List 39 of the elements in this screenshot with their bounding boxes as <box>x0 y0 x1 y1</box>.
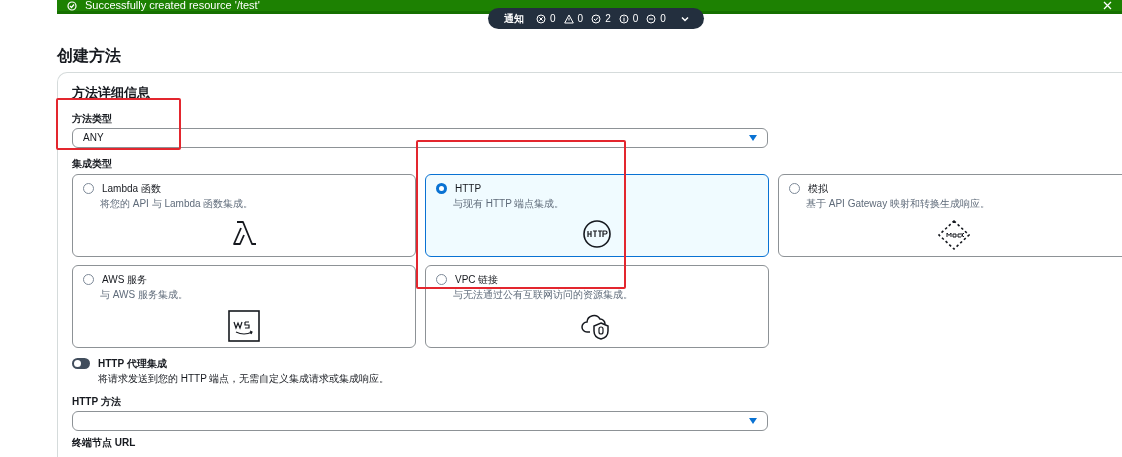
toggle-label: HTTP 代理集成 <box>98 356 167 371</box>
field-label: 集成类型 <box>72 156 113 171</box>
caret-down-icon <box>749 134 757 141</box>
toggle-switch[interactable] <box>72 357 90 369</box>
warning-icon <box>563 13 574 24</box>
success-count: 2 <box>605 12 611 26</box>
info-icon <box>618 13 629 24</box>
http-method-select[interactable] <box>72 410 768 431</box>
radio-button[interactable] <box>83 182 94 194</box>
success-icon <box>67 0 77 11</box>
radio-button[interactable] <box>436 273 447 285</box>
minus-circle-icon <box>646 13 657 24</box>
page-title: 创建方法 <box>57 46 122 66</box>
radio-button[interactable] <box>789 182 800 194</box>
integration-option[interactable]: AWS 服务 与 AWS 服务集成。 <box>72 264 416 348</box>
flash-message: Successfully created resource '/test' <box>85 0 260 14</box>
mock-icon <box>937 218 971 251</box>
field-label: HTTP 方法 <box>72 394 122 409</box>
warning-count: 0 <box>577 12 584 26</box>
success-icon <box>591 13 602 24</box>
integration-option[interactable]: HTTP 与现有 HTTP 端点集成。 <box>425 173 769 257</box>
http-icon <box>582 218 612 249</box>
close-icon[interactable] <box>1103 1 1112 10</box>
info-count: 0 <box>632 12 639 26</box>
notification-label: 通知 <box>504 12 524 26</box>
field-label: 方法类型 <box>72 111 113 126</box>
integration-option[interactable]: VPC 链接 与无法通过公有互联网访问的资源集成。 <box>425 264 769 348</box>
radio-button[interactable] <box>83 273 94 285</box>
integration-option[interactable]: 模拟 基于 API Gateway 映射和转换生成响应。 <box>778 173 1122 257</box>
caret-down-icon <box>749 417 757 424</box>
blocked-count: 0 <box>660 12 666 26</box>
radio-button[interactable] <box>436 182 447 194</box>
field-label: 终端节点 URL <box>72 435 137 450</box>
error-icon <box>536 13 546 24</box>
toggle-description: 将请求发送到您的 HTTP 端点，无需自定义集成请求或集成响应。 <box>98 371 391 386</box>
aws-logo-icon <box>228 309 260 342</box>
integration-option[interactable]: Lambda 函数 将您的 API 与 Lambda 函数集成。 <box>72 173 416 257</box>
error-count: 0 <box>550 12 556 26</box>
method-type-select[interactable]: ANY <box>72 127 768 148</box>
